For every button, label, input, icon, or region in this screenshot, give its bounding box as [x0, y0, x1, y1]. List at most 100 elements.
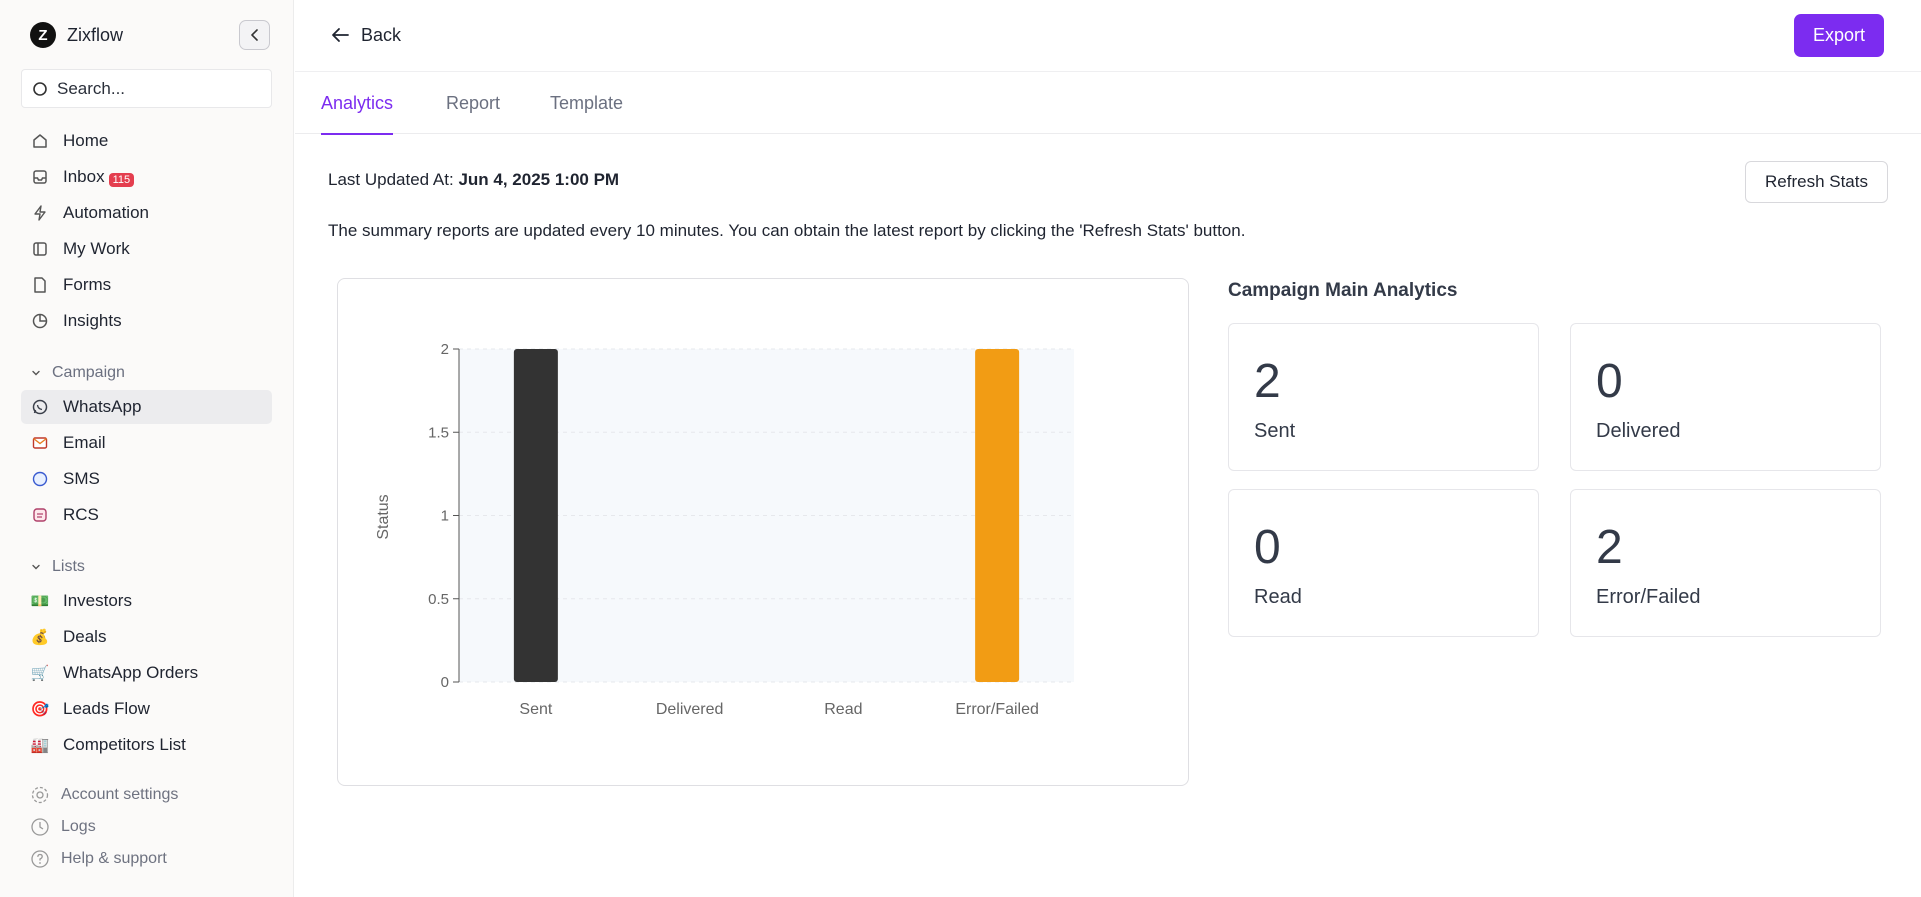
chevron-down-icon	[32, 370, 40, 376]
search-icon	[33, 81, 47, 96]
money-bag-icon: 💰	[30, 628, 50, 646]
list-item-label: Deals	[63, 627, 107, 646]
stat-value: 2	[1254, 355, 1281, 408]
pie-chart-icon	[30, 311, 50, 331]
clock-icon	[31, 818, 49, 836]
help-circle-icon	[31, 850, 49, 868]
tab-report[interactable]: Report	[446, 72, 500, 134]
chart-card: 0 0.5 1 1.5 2 Sent Delivered Read Error/Failed …	[337, 278, 1189, 786]
tab-analytics[interactable]: Analytics	[321, 72, 394, 135]
arrow-left-icon	[332, 28, 349, 42]
nav-whatsapp-label: WhatsApp	[63, 397, 142, 416]
lists-section-header[interactable]: Lists	[31, 556, 85, 578]
logs-link[interactable]: Logs	[29, 814, 96, 840]
account-settings-link[interactable]: Account settings	[29, 782, 178, 808]
list-item-label: WhatsApp Orders	[63, 663, 199, 682]
nav-my-work-label: My Work	[63, 239, 130, 258]
stat-label: Delivered	[1596, 420, 1681, 442]
back-label: Back	[361, 24, 402, 45]
list-item-whatsapp-orders[interactable]: 🛒 WhatsApp Orders	[21, 656, 272, 690]
lists-section-label: Lists	[52, 558, 85, 575]
last-updated-value: Jun 4, 2025 1:00 PM	[458, 170, 620, 189]
inbox-count-badge: 115	[108, 173, 135, 187]
list-item-competitors[interactable]: 🏭 Competitors List	[21, 728, 272, 762]
chevron-left-icon	[250, 29, 258, 41]
bar-sent[interactable]	[513, 349, 558, 682]
stat-value: 2	[1596, 521, 1623, 574]
y-axis-label: Status	[375, 494, 392, 539]
y-tick-label: 0	[441, 674, 449, 691]
email-icon	[30, 433, 50, 453]
nav-inbox-text: Inbox	[63, 167, 105, 186]
y-tick-label: 1	[441, 508, 449, 525]
nav-inbox[interactable]: Inbox 115	[21, 160, 272, 194]
refresh-stats-button[interactable]: Refresh Stats	[1745, 161, 1888, 203]
nav-my-work[interactable]: My Work	[21, 232, 272, 266]
logs-label: Logs	[61, 818, 96, 835]
export-button[interactable]: Export	[1794, 14, 1884, 57]
gear-icon	[31, 786, 49, 804]
stat-value: 0	[1254, 521, 1281, 574]
nav-automation-label: Automation	[63, 203, 149, 222]
search-input[interactable]: Search...	[21, 69, 272, 108]
stat-label: Read	[1254, 586, 1302, 608]
x-tick-label: Delivered	[656, 701, 724, 718]
stat-card-delivered: 0 Delivered	[1570, 323, 1881, 471]
nav-email[interactable]: Email	[21, 426, 272, 460]
campaign-section-header[interactable]: Campaign	[31, 362, 125, 384]
stat-card-error-failed: 2 Error/Failed	[1570, 489, 1881, 637]
nav-rcs[interactable]: RCS	[21, 498, 272, 532]
list-item-label: Competitors List	[63, 735, 186, 754]
list-item-label: Leads Flow	[63, 699, 150, 718]
last-updated: Last Updated At: Jun 4, 2025 1:00 PM	[328, 170, 619, 190]
back-button[interactable]: Back	[329, 22, 401, 48]
y-tick-label: 2	[441, 341, 449, 358]
nav-insights-label: Insights	[63, 311, 122, 330]
nav-forms-label: Forms	[63, 275, 112, 294]
list-item-leads-flow[interactable]: 🎯 Leads Flow	[21, 692, 272, 726]
list-item-investors[interactable]: 💵 Investors	[21, 584, 272, 618]
nav-automation[interactable]: Automation	[21, 196, 272, 230]
brand-name: Zixflow	[67, 24, 124, 45]
tab-template[interactable]: Template	[550, 72, 623, 134]
nav-forms[interactable]: Forms	[21, 268, 272, 302]
nav-sms[interactable]: SMS	[21, 462, 272, 496]
chat-bubble-icon	[30, 469, 50, 489]
stat-card-read: 0 Read	[1228, 489, 1539, 637]
stat-value: 0	[1596, 355, 1623, 408]
stat-label: Sent	[1254, 420, 1296, 442]
summary-text: The summary reports are updated every 10…	[328, 221, 1246, 240]
cart-icon: 🛒	[30, 664, 50, 682]
status-bar-chart: 00.511.52 Sent Delivered Read Error/Failed …	[375, 341, 1074, 718]
bar-error-failed[interactable]	[975, 349, 1020, 682]
message-box-icon	[30, 505, 50, 525]
collapse-sidebar-button[interactable]	[239, 20, 270, 50]
y-tick-label: 1.5	[428, 424, 449, 441]
nav-insights[interactable]: Insights	[21, 304, 272, 338]
help-support-link[interactable]: Help & support	[29, 846, 167, 872]
chevron-down-icon	[32, 564, 40, 570]
stat-card-sent: 2 Sent	[1228, 323, 1539, 471]
analytics-title: Campaign Main Analytics	[1228, 280, 1458, 301]
target-icon: 🎯	[30, 700, 50, 718]
account-settings-label: Account settings	[61, 786, 179, 803]
inbox-icon	[30, 167, 50, 187]
top-bar: Back Export	[295, 0, 1921, 72]
lightning-icon	[30, 203, 50, 223]
x-tick-label: Error/Failed	[955, 701, 1039, 718]
list-item-deals[interactable]: 💰 Deals	[21, 620, 272, 654]
zixflow-logo-icon: Z	[30, 22, 56, 48]
brand[interactable]: Z Zixflow	[30, 21, 123, 49]
document-icon	[30, 275, 50, 295]
factory-icon: 🏭	[30, 736, 50, 754]
nav-inbox-label: Inbox 115	[63, 167, 135, 187]
x-tick-label: Read	[824, 701, 862, 718]
nav-sms-label: SMS	[63, 469, 100, 488]
nav-home[interactable]: Home	[21, 124, 272, 158]
help-support-label: Help & support	[61, 850, 167, 867]
nav-rcs-label: RCS	[63, 505, 99, 524]
sidebar: Z Zixflow Search... Home Inbox 115 Automa…	[0, 0, 294, 897]
y-tick-label: 0.5	[428, 591, 449, 608]
last-updated-label: Last Updated At:	[328, 170, 454, 189]
nav-whatsapp[interactable]: WhatsApp	[21, 390, 272, 424]
